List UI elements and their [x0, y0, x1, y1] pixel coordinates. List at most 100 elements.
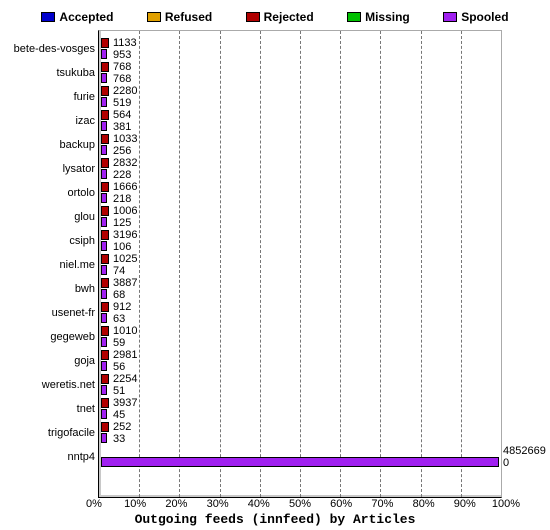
chart-title: Outgoing feeds (innfeed) by Articles [0, 512, 550, 527]
bar-spooled [101, 241, 107, 251]
category-label: bete-des-vosges [5, 37, 99, 61]
x-tick: 10% [124, 498, 146, 510]
value-label: 768 [113, 61, 131, 73]
x-tick: 20% [165, 498, 187, 510]
category-label: goja [5, 349, 99, 373]
category-label: ortolo [5, 181, 99, 205]
bar-spooled [101, 337, 107, 347]
table-row: weretis.net225451 [99, 373, 501, 397]
bar-spooled [101, 313, 107, 323]
category-label: izac [5, 109, 99, 133]
category-label: backup [5, 133, 99, 157]
value-label: 3937 [113, 397, 137, 409]
table-row: niel.me102574 [99, 253, 501, 277]
bar-rejected [101, 158, 109, 168]
table-row: lysator2832228 [99, 157, 501, 181]
value-label: 2254 [113, 373, 137, 385]
bar-spooled [101, 433, 107, 443]
bar-spooled [101, 169, 107, 179]
table-row: csiph3196106 [99, 229, 501, 253]
bar-rejected [101, 86, 109, 96]
legend-item-refused: Refused [147, 10, 212, 24]
table-row: furie2280519 [99, 85, 501, 109]
table-row: gegeweb101059 [99, 325, 501, 349]
swatch-missing [347, 12, 361, 22]
x-tick: 50% [289, 498, 311, 510]
category-label: weretis.net [5, 373, 99, 397]
x-tick: 80% [413, 498, 435, 510]
bar-spooled [101, 265, 107, 275]
bar-rejected [101, 374, 109, 384]
bar-rejected [101, 134, 109, 144]
value-label: 381 [113, 121, 131, 133]
value-label: 33 [113, 433, 125, 445]
x-tick: 90% [454, 498, 476, 510]
legend: Accepted Refused Rejected Missing Spoole… [4, 4, 546, 30]
value-label: 1133 [113, 37, 137, 49]
swatch-spooled [443, 12, 457, 22]
swatch-rejected [246, 12, 260, 22]
legend-label: Missing [365, 10, 410, 24]
value-label: 56 [113, 361, 125, 373]
table-row: tsukuba768768 [99, 61, 501, 85]
bar-rejected [101, 62, 109, 72]
bar-spooled [101, 217, 107, 227]
value-label: 1033 [113, 133, 137, 145]
bar-spooled [101, 97, 107, 107]
value-label: 125 [113, 217, 131, 229]
bar-spooled [101, 145, 107, 155]
x-tick: 0% [86, 498, 102, 510]
table-row: bwh388768 [99, 277, 501, 301]
chart-container: Accepted Refused Rejected Missing Spoole… [0, 0, 550, 530]
category-label: nntp4 [5, 445, 99, 469]
table-row: usenet-fr91263 [99, 301, 501, 325]
bar-rejected [101, 350, 109, 360]
bar-rejected [101, 110, 109, 120]
legend-label: Refused [165, 10, 212, 24]
value-label: 106 [113, 241, 131, 253]
value-label: 63 [113, 313, 125, 325]
bar-rejected [101, 182, 109, 192]
bar-spooled [101, 73, 107, 83]
value-label: 4852669 [501, 445, 546, 457]
category-label: usenet-fr [5, 301, 99, 325]
value-label: 768 [113, 73, 131, 85]
plot-area: bete-des-vosges1133953tsukuba768768furie… [98, 30, 502, 498]
category-label: furie [5, 85, 99, 109]
value-label: 0 [501, 457, 509, 469]
legend-label: Accepted [59, 10, 113, 24]
legend-item-spooled: Spooled [443, 10, 508, 24]
value-label: 74 [113, 265, 125, 277]
table-row: ortolo1666218 [99, 181, 501, 205]
value-label: 564 [113, 109, 131, 121]
category-label: lysator [5, 157, 99, 181]
x-tick: 30% [207, 498, 229, 510]
bar-rejected [101, 206, 109, 216]
table-row: tnet393745 [99, 397, 501, 421]
swatch-refused [147, 12, 161, 22]
value-label: 256 [113, 145, 131, 157]
bar-rejected [101, 230, 109, 240]
x-tick: 60% [330, 498, 352, 510]
legend-label: Rejected [264, 10, 314, 24]
bar-rejected [101, 398, 109, 408]
x-tick: 70% [371, 498, 393, 510]
x-tick: 40% [248, 498, 270, 510]
legend-item-rejected: Rejected [246, 10, 314, 24]
value-label: 218 [113, 193, 131, 205]
table-row: bete-des-vosges1133953 [99, 37, 501, 61]
x-tick: 100% [492, 498, 520, 510]
category-label: bwh [5, 277, 99, 301]
category-label: niel.me [5, 253, 99, 277]
value-label: 3196 [113, 229, 137, 241]
bar-rejected [101, 254, 109, 264]
value-label: 51 [113, 385, 125, 397]
bar-spooled [101, 457, 499, 467]
category-label: tnet [5, 397, 99, 421]
value-label: 1666 [113, 181, 137, 193]
value-label: 953 [113, 49, 131, 61]
table-row: trigofacile25233 [99, 421, 501, 445]
category-label: glou [5, 205, 99, 229]
value-label: 912 [113, 301, 131, 313]
table-row: goja298156 [99, 349, 501, 373]
